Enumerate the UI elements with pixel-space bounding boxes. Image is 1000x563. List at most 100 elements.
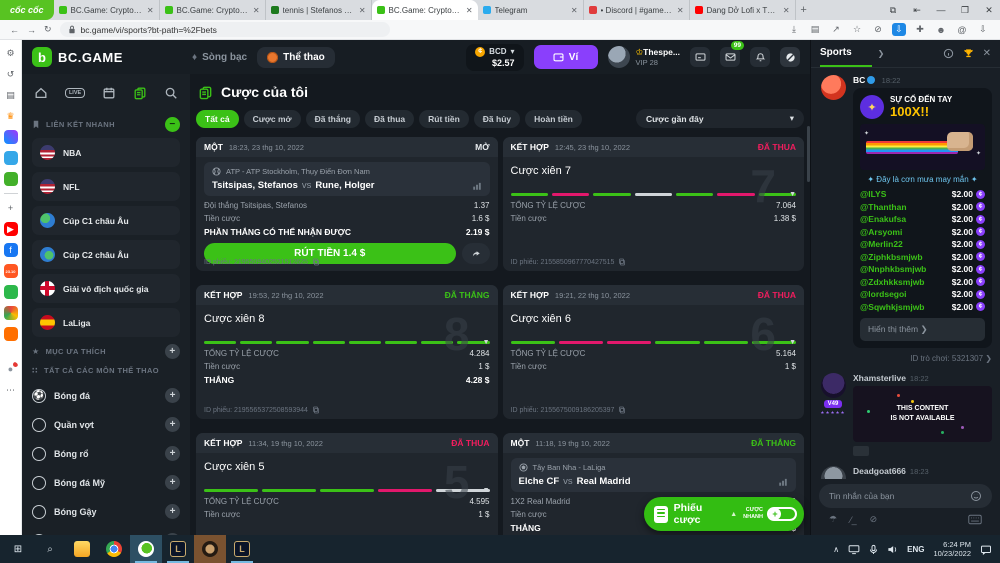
dock-icon[interactable]: ⇤ (906, 5, 928, 16)
sidebar-sport-item[interactable]: Esports + (32, 526, 180, 535)
reading-list-icon[interactable]: ▤ (4, 88, 18, 102)
tab-close-icon[interactable]: ✕ (253, 6, 260, 15)
tab-close-icon[interactable]: ✕ (783, 6, 790, 15)
downloads-icon[interactable]: ⇩ (976, 23, 990, 36)
youtube-icon[interactable]: ▶ (4, 222, 18, 236)
games-icon[interactable] (4, 172, 18, 186)
messenger-icon[interactable] (4, 130, 18, 144)
league-of-legends[interactable]: L (162, 535, 194, 563)
share-icon[interactable]: ↗ (829, 23, 843, 36)
quick-bet-toggle[interactable]: + (767, 507, 797, 521)
new-tab-button[interactable]: + (796, 4, 812, 16)
avatar[interactable] (821, 75, 846, 100)
lucky-rain-promo-card[interactable]: ✦ SỰ CỐ ĐẾN TAY 100X!! ✦ ✦ ✦ (853, 88, 992, 348)
expand-sport-button[interactable]: + (165, 446, 180, 461)
bet-slip-button[interactable]: Phiếu cược ▲ CƯỢC NHANH + (644, 497, 804, 531)
copy-icon[interactable] (312, 258, 320, 266)
chat-room-selector[interactable]: Sports (820, 40, 872, 67)
notification-center-icon[interactable] (980, 544, 992, 555)
facebook-icon[interactable]: f (4, 243, 18, 257)
close-chat-icon[interactable]: ✕ (983, 48, 991, 59)
chevron-right-icon[interactable]: ❯ (878, 49, 885, 58)
tab-sports[interactable]: Thể thao (257, 47, 335, 68)
live-nav-icon[interactable]: LIVE (65, 88, 85, 98)
stats-icon[interactable] (778, 477, 788, 487)
stats-icon[interactable] (472, 181, 482, 191)
filter-pill[interactable]: Đã thua (365, 110, 414, 128)
share-bet-button[interactable] (462, 243, 490, 264)
orange-cart-icon[interactable] (4, 327, 18, 341)
minimize-button[interactable]: — (930, 5, 952, 16)
wallet-button[interactable]: Ví (534, 45, 598, 69)
quick-link-item[interactable]: NBA (32, 138, 180, 167)
quick-link-item[interactable]: LaLiga (32, 308, 180, 337)
game-id-link[interactable]: ID trò chơi: 5321307 ❯ (853, 354, 992, 363)
sidebar-sport-item[interactable]: Bóng đá Mỹ + (32, 468, 180, 497)
browser-tab[interactable]: BC.Game: Crypto Casino ✕ (54, 0, 160, 20)
rules-icon[interactable]: ⁄_ (850, 515, 857, 525)
filter-pill[interactable]: Tất cả (196, 110, 239, 128)
taskbar-clock[interactable]: 6:24 PM 10/23/2022 (933, 540, 971, 559)
quick-link-item[interactable]: Cúp C2 châu Âu (32, 240, 180, 269)
search-icon[interactable] (164, 86, 178, 100)
forward-button[interactable]: → (27, 25, 36, 35)
download-manager-icon[interactable]: ⇩ (892, 23, 906, 36)
expand-sport-button[interactable]: + (165, 417, 180, 432)
calendar-icon[interactable] (102, 86, 116, 100)
bcgame-logo[interactable]: b BC.GAME (32, 47, 182, 67)
extensions-icon[interactable]: ✚ (913, 23, 927, 36)
notifications-button[interactable] (750, 47, 770, 67)
tab-close-icon[interactable]: ✕ (466, 6, 473, 15)
filter-pill[interactable]: Rút tiền (419, 110, 469, 128)
emoji-icon[interactable] (970, 490, 982, 502)
inbox-button[interactable]: 99 (720, 47, 740, 67)
show-more-button[interactable]: Hiển thị thêm ❯ (860, 318, 985, 341)
expand-sport-button[interactable]: + (165, 475, 180, 490)
pip-icon[interactable]: ⧉ (882, 5, 904, 16)
sort-dropdown[interactable]: Cược gần đây ▾ (636, 109, 804, 128)
copy-icon[interactable] (618, 258, 626, 266)
expand-combo-icon[interactable]: ▼ (789, 191, 796, 198)
copy-icon[interactable] (312, 406, 320, 414)
gear-icon[interactable]: ⚙ (4, 46, 18, 60)
sidebar-sport-item[interactable]: ⚽ Bóng đá + (32, 381, 180, 410)
copy-icon[interactable] (618, 406, 626, 414)
blue-app-icon[interactable] (4, 151, 18, 165)
expand-combo-icon[interactable]: ▼ (483, 339, 490, 346)
profile-icon[interactable]: ☻ (934, 23, 948, 36)
browser-tab[interactable]: Dang Dở Lofi x Thời tình ✕ (690, 0, 796, 20)
chat-message-input[interactable]: Tin nhắn của bạn (819, 484, 992, 508)
address-bar[interactable]: bc.game/vi/sports?bt-path=%2Fbets (60, 22, 390, 37)
gif-keyboard-icon[interactable] (968, 514, 982, 525)
volume-icon[interactable] (887, 544, 898, 555)
browser-tab[interactable]: • Discord | #games | 1 ✕ (584, 0, 690, 20)
sportsbook-button[interactable] (780, 47, 800, 67)
tab-close-icon[interactable]: ✕ (359, 6, 366, 15)
tab-close-icon[interactable]: ✕ (571, 6, 578, 15)
quick-link-item[interactable]: Cúp C1 châu Âu (32, 206, 180, 235)
active-app-window[interactable] (194, 535, 226, 563)
avatar[interactable] (821, 373, 846, 398)
league-client[interactable]: L (226, 535, 258, 563)
mute-icon[interactable]: ⊘ (870, 514, 878, 525)
trophy-icon[interactable] (963, 48, 974, 59)
display-icon[interactable] (848, 544, 860, 555)
adblock-icon[interactable]: ⊘ (871, 23, 885, 36)
expand-sport-button[interactable]: + (165, 388, 180, 403)
expand-favorites-button[interactable]: + (165, 344, 180, 359)
save-page-icon[interactable]: ⤓ (787, 23, 801, 36)
reload-button[interactable]: ↻ (44, 24, 52, 35)
browser-tab[interactable]: Telegram ✕ (478, 0, 584, 20)
close-window-button[interactable]: ✕ (978, 5, 1000, 16)
browser-tab[interactable]: BC.Game: Crypto Casino ✕ (160, 0, 266, 20)
favorite-star-icon[interactable]: ☆ (850, 23, 864, 36)
coccoc-browser[interactable] (130, 535, 162, 563)
at-icon[interactable]: @ (955, 23, 969, 36)
tab-close-icon[interactable]: ✕ (147, 6, 154, 15)
crown-icon[interactable]: ♛ (4, 109, 18, 123)
calendar-date-icon[interactable]: 23.10 (4, 264, 18, 278)
quick-link-item[interactable]: Giải vô địch quốc gia (32, 274, 180, 303)
home-icon[interactable] (34, 86, 48, 100)
divider[interactable] (4, 193, 18, 194)
filter-pill[interactable]: Đã hủy (474, 110, 520, 128)
